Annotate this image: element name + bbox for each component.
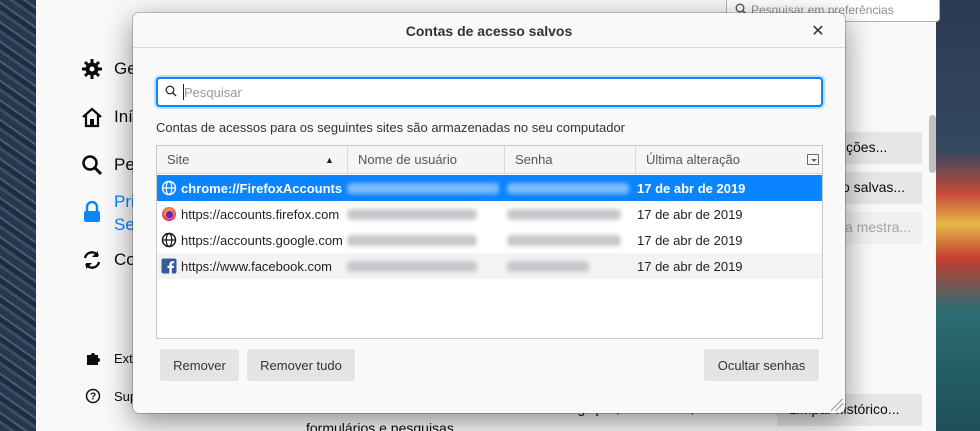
username-hidden — [347, 261, 477, 272]
filter-field[interactable] — [156, 77, 823, 107]
password-hidden — [507, 209, 621, 220]
hide-passwords-button[interactable]: Ocultar senhas — [704, 349, 819, 381]
dialog-header: Contas de acesso salvos ✕ — [133, 13, 845, 48]
nav-item-privacy[interactable]: Pri Se — [80, 190, 135, 236]
site-cell: https://accounts.google.com — [181, 233, 343, 248]
close-icon: ✕ — [811, 23, 825, 40]
column-header-last-changed[interactable]: Última alteração — [636, 146, 806, 174]
nav-item-label: Pri — [114, 192, 135, 211]
sync-icon — [80, 248, 104, 272]
nav-item-home[interactable]: Iní — [80, 102, 133, 132]
filter-input[interactable] — [184, 82, 804, 102]
search-icon — [80, 153, 104, 177]
username-hidden — [347, 183, 499, 194]
lock-icon — [80, 200, 104, 224]
nav-item-label: Iní — [114, 107, 133, 126]
resize-grip[interactable] — [831, 399, 843, 411]
table-row[interactable]: https://accounts.firefox.com 17 de abr d… — [157, 201, 822, 227]
search-icon — [165, 85, 177, 100]
close-button[interactable]: ✕ — [807, 20, 829, 42]
globe-icon — [161, 180, 177, 196]
column-picker-icon[interactable] — [807, 154, 819, 165]
site-cell: chrome://FirefoxAccounts — [181, 181, 343, 196]
svg-text:?: ? — [90, 392, 96, 403]
preferences-scrollbar[interactable] — [929, 115, 936, 173]
home-icon — [80, 105, 104, 129]
site-cell: https://accounts.firefox.com — [181, 207, 340, 222]
sort-ascending-icon: ▲ — [325, 155, 334, 165]
nav-item-sync[interactable]: Co — [80, 245, 136, 275]
nav-item-support[interactable]: ? Sup — [84, 387, 137, 405]
date-cell: 17 de abr de 2019 — [637, 181, 746, 196]
saved-logins-dialog: Contas de acesso salvos ✕ Contas de aces… — [133, 13, 845, 413]
nav-item-label: Ext — [114, 350, 133, 366]
puzzle-icon — [84, 349, 102, 367]
remove-button[interactable]: Remover — [160, 349, 239, 381]
username-hidden — [347, 209, 477, 220]
history-description-line2: formulários e pesquisas. — [306, 420, 458, 431]
nav-item-label: Pe — [114, 155, 135, 174]
date-cell: 17 de abr de 2019 — [637, 233, 743, 248]
help-icon: ? — [84, 387, 102, 405]
logins-table: Site ▲ Nome de usuário Senha Última alte… — [156, 145, 823, 339]
table-header: Site ▲ Nome de usuário Senha Última alte… — [157, 146, 822, 174]
gear-icon — [80, 57, 104, 81]
firefox-icon — [161, 206, 177, 222]
remove-all-button[interactable]: Remover tudo — [247, 349, 355, 381]
password-hidden — [507, 183, 629, 194]
nav-item-extensions[interactable]: Ext — [84, 349, 133, 367]
nav-item-general[interactable]: Ge — [80, 54, 137, 84]
facebook-icon — [161, 258, 177, 274]
desktop-wallpaper-left — [0, 0, 36, 431]
password-hidden — [507, 261, 589, 272]
password-hidden — [507, 235, 621, 246]
column-header-username[interactable]: Nome de usuário — [348, 146, 505, 174]
nav-item-search[interactable]: Pe — [80, 150, 135, 180]
username-hidden — [347, 235, 477, 246]
desktop-wallpaper-right — [936, 0, 980, 431]
table-row[interactable]: https://www.facebook.com 17 de abr de 20… — [157, 253, 822, 279]
column-header-site[interactable]: Site — [157, 146, 348, 174]
nav-item-label-line2: Se — [114, 215, 135, 234]
date-cell: 17 de abr de 2019 — [637, 259, 743, 274]
intro-text: Contas de acessos para os seguintes site… — [156, 120, 625, 135]
date-cell: 17 de abr de 2019 — [637, 207, 743, 222]
dialog-title: Contas de acesso salvos — [405, 23, 573, 39]
column-header-password[interactable]: Senha — [505, 146, 636, 174]
site-cell: https://www.facebook.com — [181, 259, 333, 274]
table-row[interactable]: https://accounts.google.com 17 de abr de… — [157, 227, 822, 253]
globe-icon — [161, 232, 177, 248]
table-row[interactable]: chrome://FirefoxAccounts 17 de abr de 20… — [157, 175, 822, 201]
